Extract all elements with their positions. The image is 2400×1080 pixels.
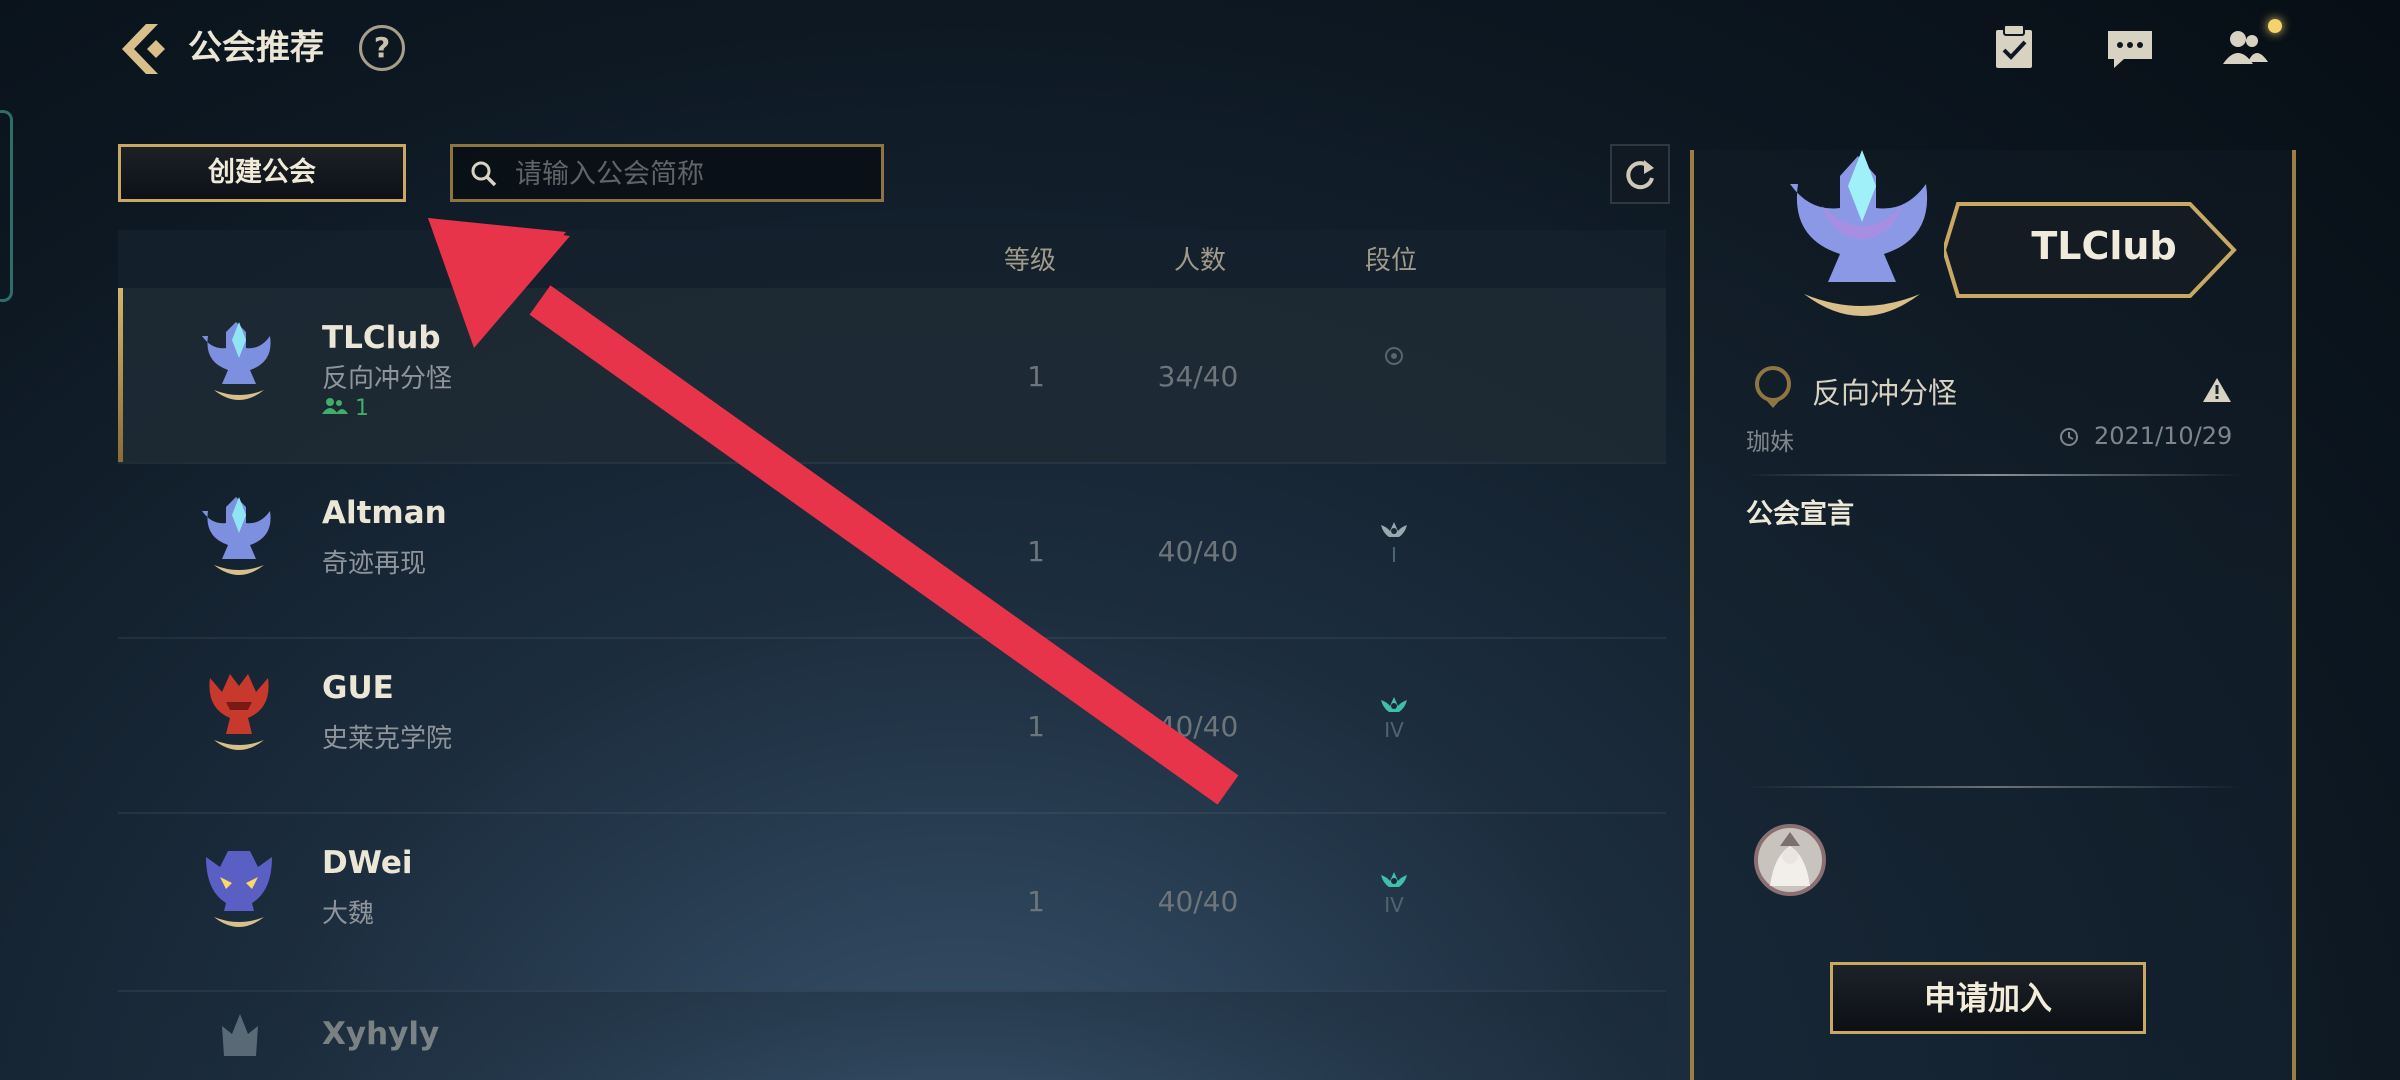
guild-description: 反向冲分怪 bbox=[322, 364, 453, 394]
page-title: 公会推荐 bbox=[188, 28, 324, 68]
owner-description: 反向冲分怪 bbox=[1812, 376, 1958, 410]
create-guild-button[interactable]: 创建公会 bbox=[118, 144, 406, 202]
guild-detail-panel: TLClub 反向冲分怪 珈妹 2021/10/29 公会宣言 申请加入 bbox=[1690, 150, 2296, 1080]
column-members: 人数 bbox=[1173, 246, 1226, 276]
panel-divider bbox=[1746, 786, 2242, 788]
guild-rank: IV bbox=[1364, 869, 1424, 939]
online-count-value: 1 bbox=[355, 396, 369, 421]
guild-name: Altman bbox=[322, 495, 447, 531]
online-members-icon bbox=[322, 398, 348, 414]
guild-row[interactable]: Altman 奇迹再现 1 40/40 I bbox=[118, 463, 1666, 637]
online-count: 1 bbox=[322, 396, 369, 421]
column-rank: 段位 bbox=[1364, 246, 1417, 276]
list-header: 等级 人数 段位 bbox=[118, 230, 1666, 288]
rank-icon bbox=[1381, 697, 1407, 712]
row-divider bbox=[118, 990, 1666, 992]
column-level: 等级 bbox=[1003, 246, 1056, 276]
chat-icon[interactable] bbox=[2104, 22, 2156, 74]
guild-name: DWei bbox=[322, 845, 413, 881]
rank-tier: IV bbox=[1384, 718, 1404, 742]
rank-icon bbox=[1385, 347, 1403, 365]
guild-members: 40/40 bbox=[1157, 535, 1239, 568]
rank-icon bbox=[1381, 872, 1407, 887]
creation-date-value: 2021/10/29 bbox=[2094, 422, 2233, 450]
guild-name: GUE bbox=[322, 670, 394, 706]
task-icon[interactable] bbox=[1988, 22, 2040, 74]
search-input[interactable] bbox=[513, 147, 867, 201]
panel-guild-name: TLClub bbox=[2031, 224, 2177, 268]
guild-list[interactable]: 等级 人数 段位 TLClub 反向冲分怪 1 1 34/40 Altman 奇… bbox=[118, 230, 1666, 1080]
guild-level: 1 bbox=[1027, 360, 1045, 393]
guild-level: 1 bbox=[1027, 535, 1045, 568]
guild-level: 1 bbox=[1027, 885, 1045, 918]
rank-tier: I bbox=[1391, 543, 1397, 567]
guild-members: 34/40 bbox=[1157, 360, 1239, 393]
notification-dot bbox=[2268, 19, 2282, 33]
guild-emblem-icon bbox=[1790, 150, 1928, 316]
guild-members: 40/40 bbox=[1157, 710, 1239, 743]
side-drawer-handle[interactable] bbox=[0, 110, 13, 302]
guild-name: Xyhyly bbox=[322, 1016, 440, 1052]
guild-rank: IV bbox=[1364, 694, 1424, 764]
refresh-icon[interactable] bbox=[1610, 144, 1670, 204]
guild-row[interactable]: TLClub 反向冲分怪 1 1 34/40 bbox=[118, 288, 1666, 462]
guild-row[interactable]: DWei 大魏 1 40/40 IV bbox=[118, 813, 1666, 987]
selection-indicator bbox=[118, 288, 123, 462]
guild-members: 40/40 bbox=[1157, 885, 1239, 918]
guild-emblem-icon bbox=[222, 1014, 258, 1056]
member-avatar[interactable] bbox=[1752, 822, 1828, 898]
rank-icon bbox=[1381, 522, 1407, 537]
warning-icon[interactable] bbox=[2202, 376, 2232, 404]
guild-row[interactable]: GUE 史莱克学院 1 40/40 IV bbox=[118, 638, 1666, 812]
apply-join-button[interactable]: 申请加入 bbox=[1830, 962, 2146, 1034]
clock-icon bbox=[2060, 428, 2078, 446]
guild-description: 大魏 bbox=[322, 899, 375, 929]
creation-date: 2021/10/29 bbox=[2058, 422, 2232, 450]
owner-rank-icon bbox=[1755, 366, 1791, 408]
guild-description: 史莱克学院 bbox=[322, 724, 453, 754]
guild-emblem-icon bbox=[202, 322, 271, 400]
guild-emblem-icon bbox=[209, 674, 269, 750]
owner-name: 珈妹 bbox=[1746, 428, 1794, 456]
declaration-title: 公会宣言 bbox=[1746, 499, 1854, 530]
guild-emblem-icon bbox=[202, 497, 271, 575]
friends-icon[interactable] bbox=[2218, 22, 2270, 74]
guild-level: 1 bbox=[1027, 710, 1045, 743]
guild-emblem-icon bbox=[206, 851, 272, 927]
guild-rank bbox=[1364, 344, 1424, 414]
search-icon bbox=[471, 161, 497, 187]
search-box[interactable] bbox=[450, 144, 884, 202]
panel-divider bbox=[1746, 474, 2242, 476]
guild-row[interactable]: Xyhyly bbox=[118, 990, 1666, 1080]
guild-description: 奇迹再现 bbox=[322, 549, 427, 579]
guild-rank: I bbox=[1364, 519, 1424, 589]
back-icon[interactable] bbox=[112, 18, 174, 80]
help-icon[interactable]: ? bbox=[359, 25, 405, 71]
declaration-text bbox=[1746, 540, 2242, 770]
guild-name: TLClub bbox=[322, 320, 441, 356]
rank-tier: IV bbox=[1384, 893, 1404, 917]
